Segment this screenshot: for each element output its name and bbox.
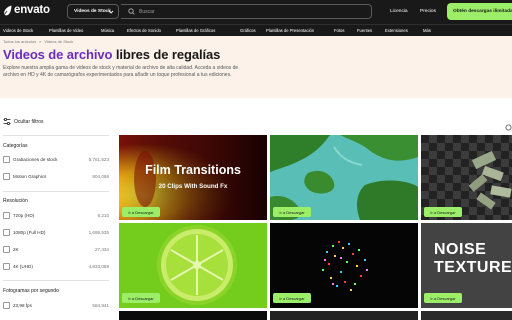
breadcrumb: Todos los artículos» Videos de Stock <box>3 39 73 44</box>
breadcrumb-all-items[interactable]: Todos los artículos <box>3 39 36 44</box>
facet-divider <box>3 191 109 192</box>
result-tile-film-transitions[interactable]: Film Transitions 20 Clips With Sound Fx … <box>119 135 267 220</box>
search-bar[interactable] <box>121 4 372 19</box>
nav-graphic-templates[interactable]: Plantillas de Gráficos <box>176 28 215 33</box>
license-link[interactable]: Licencia <box>390 9 408 14</box>
filter-option-label: 720p (HD) <box>13 213 35 218</box>
download-button[interactable]: Ir a Descargar <box>122 293 160 303</box>
breadcrumb-separator: » <box>39 39 42 44</box>
envato-logo[interactable]: envato <box>3 4 50 16</box>
filter-option-motion-graphics[interactable]: Motion Graphics 804,066 <box>3 173 109 183</box>
filter-option-count: 27,434 <box>94 247 109 252</box>
result-tile-next-row[interactable] <box>421 311 512 320</box>
result-tile-money-rain[interactable]: Ir a Descargar <box>421 135 512 220</box>
facet-title-categories: Categorías <box>3 143 28 149</box>
category-select[interactable]: Videos de Stock <box>67 4 119 19</box>
result-tile-confetti[interactable]: Ir a Descargar <box>270 223 418 308</box>
facet-divider <box>3 135 109 136</box>
nav-photos[interactable]: Fotos <box>334 28 344 33</box>
filter-option-count: 584,941 <box>92 303 109 308</box>
filter-option-count: 1,695,535 <box>88 230 109 235</box>
download-button[interactable]: Ir a Descargar <box>273 293 311 303</box>
nav-sound-effects[interactable]: Efectos de Sonido <box>127 28 161 33</box>
page-title: Videos de archivo libres de regalías <box>3 47 220 62</box>
category-navigation: Videos de Stock Plantillas de Video Músi… <box>0 24 512 36</box>
page-title-rest: libres de regalías <box>112 47 221 62</box>
filter-option-count: 4,833,069 <box>88 264 109 269</box>
nav-more[interactable]: Más <box>423 28 431 33</box>
filter-option-count: 5,761,523 <box>88 157 109 162</box>
search-input[interactable] <box>139 8 339 15</box>
checkbox[interactable] <box>3 173 10 180</box>
checkbox[interactable] <box>3 302 10 309</box>
nav-video-templates[interactable]: Plantillas de Video <box>49 28 83 33</box>
page-title-accent: Videos de archivo <box>3 47 113 62</box>
filter-option-label: 4K (UHD) <box>13 264 33 269</box>
checkbox[interactable] <box>3 246 10 253</box>
filter-option-2k[interactable]: 2K 27,434 <box>3 246 109 256</box>
filter-option-1080p[interactable]: 1080p (Full HD) 1,695,535 <box>3 229 109 239</box>
logo-text: envato <box>14 4 50 16</box>
facet-title-resolution: Resolución <box>3 198 28 204</box>
filter-option-23-98fps[interactable]: 23,98 fps 584,941 <box>3 302 109 312</box>
filter-option-label: Motion Graphics <box>13 174 47 179</box>
hide-filters-label: Ocultar filtros <box>14 118 44 125</box>
top-navigation-bar: envato Videos de Stock Licencia Precios … <box>0 0 512 24</box>
nav-presentation-templates[interactable]: Plantillas de Presentación <box>266 28 314 33</box>
filter-option-720p[interactable]: 720p (HD) 8,210 <box>3 212 109 222</box>
result-tile-lime-slice[interactable]: Ir a Descargar <box>119 223 267 308</box>
nav-music[interactable]: Música <box>101 28 114 33</box>
filter-bar: Ocultar filtros <box>0 117 110 129</box>
hide-filters-button[interactable]: Ocultar filtros <box>3 118 43 125</box>
pricing-link[interactable]: Precios <box>420 9 436 14</box>
download-button[interactable]: Ir a Descargar <box>424 293 462 303</box>
checkbox[interactable] <box>3 229 10 236</box>
filter-option-count: 8,210 <box>97 213 110 218</box>
breadcrumb-current: Videos de Stock <box>44 39 74 44</box>
filter-option-label: 2K <box>13 247 19 252</box>
filter-option-label: 23,98 fps <box>13 303 32 308</box>
filter-option-count: 804,066 <box>92 174 109 179</box>
nav-stock-video[interactable]: Videos de Stock <box>3 28 33 33</box>
search-icon <box>128 8 135 15</box>
category-select-value: Videos de Stock <box>74 9 111 14</box>
tile-overlay-title: NOISE TEXTURE <box>434 241 512 276</box>
result-tile-next-row[interactable] <box>119 311 267 320</box>
result-tile-river-aerial[interactable]: Ir a Descargar <box>270 135 418 220</box>
view-options-icon[interactable] <box>505 118 512 136</box>
checkbox[interactable] <box>3 263 10 270</box>
tile-overlay-subtitle: 20 Clips With Sound Fx <box>158 183 228 190</box>
chevron-down-icon <box>108 10 114 14</box>
filter-option-4k[interactable]: 4K (UHD) 4,833,069 <box>3 263 109 273</box>
download-button[interactable]: Ir a Descargar <box>122 207 160 217</box>
filter-option-stock-footage[interactable]: Grabaciones de stock 5,761,523 <box>3 156 109 166</box>
unlimited-downloads-button[interactable]: Obtén descargas ilimitadas <box>447 3 512 20</box>
checkbox[interactable] <box>3 212 10 219</box>
result-tile-next-row[interactable] <box>270 311 418 320</box>
sliders-icon <box>3 118 11 125</box>
nav-fonts[interactable]: Fuentes <box>357 28 372 33</box>
filter-option-label: 1080p (Full HD) <box>13 230 46 235</box>
filter-option-label: Grabaciones de stock <box>13 157 58 162</box>
download-button[interactable]: Ir a Descargar <box>273 207 311 217</box>
download-button[interactable]: Ir a Descargar <box>424 207 462 217</box>
page-hero: Todos los artículos» Videos de Stock Vide… <box>0 36 512 98</box>
result-tile-noise-texture[interactable]: NOISE TEXTURE Ir a Descargar <box>421 223 512 308</box>
checkbox[interactable] <box>3 156 10 163</box>
facet-title-fps: Fotogramas por segundo <box>3 288 59 294</box>
nav-extensions[interactable]: Extensiones <box>385 28 408 33</box>
page-description: Explore nuestra amplia gama de videos de… <box>3 65 239 79</box>
leaf-icon <box>3 5 12 15</box>
nav-graphics[interactable]: Gráficos <box>240 28 256 33</box>
tile-overlay-title: Film Transitions <box>145 163 241 177</box>
facet-divider <box>3 280 109 281</box>
